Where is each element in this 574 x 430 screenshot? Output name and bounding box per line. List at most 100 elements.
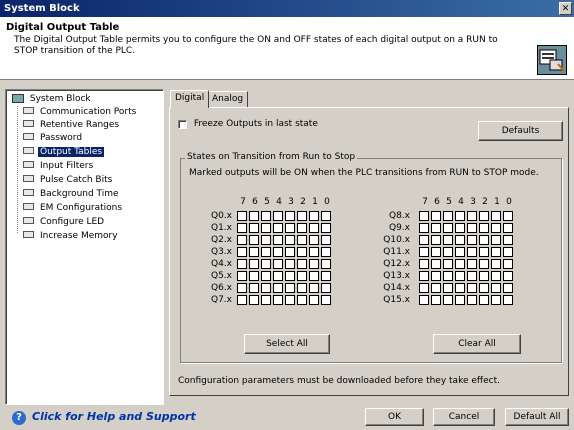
- output-bit-checkbox[interactable]: [237, 295, 247, 305]
- output-bit-checkbox[interactable]: [261, 283, 271, 293]
- tree-item-retentive-ranges[interactable]: Retentive Ranges: [23, 120, 121, 131]
- output-bit-checkbox[interactable]: [503, 211, 513, 221]
- output-bit-checkbox[interactable]: [443, 223, 453, 233]
- output-bit-checkbox[interactable]: [491, 271, 501, 281]
- output-bit-checkbox[interactable]: [431, 295, 441, 305]
- tree-item-configure-led[interactable]: Configure LED: [23, 217, 106, 228]
- freeze-outputs-checkbox[interactable]: [178, 119, 187, 129]
- output-bit-checkbox[interactable]: [503, 271, 513, 281]
- clear-all-button[interactable]: Clear All: [433, 334, 521, 354]
- output-bit-checkbox[interactable]: [297, 295, 307, 305]
- output-bit-checkbox[interactable]: [309, 235, 319, 245]
- output-bit-checkbox[interactable]: [321, 283, 331, 293]
- output-bit-checkbox[interactable]: [443, 247, 453, 257]
- output-bit-checkbox[interactable]: [273, 235, 283, 245]
- output-bit-checkbox[interactable]: [273, 295, 283, 305]
- output-bit-checkbox[interactable]: [321, 223, 331, 233]
- output-bit-checkbox[interactable]: [297, 259, 307, 269]
- output-bit-checkbox[interactable]: [285, 283, 295, 293]
- output-bit-checkbox[interactable]: [321, 235, 331, 245]
- output-bit-checkbox[interactable]: [261, 259, 271, 269]
- output-bit-checkbox[interactable]: [261, 247, 271, 257]
- output-bit-checkbox[interactable]: [467, 271, 477, 281]
- output-bit-checkbox[interactable]: [237, 247, 247, 257]
- output-bit-checkbox[interactable]: [309, 211, 319, 221]
- defaults-button[interactable]: Defaults: [478, 121, 563, 141]
- output-bit-checkbox[interactable]: [419, 223, 429, 233]
- output-bit-checkbox[interactable]: [419, 211, 429, 221]
- output-bit-checkbox[interactable]: [285, 235, 295, 245]
- output-bit-checkbox[interactable]: [261, 211, 271, 221]
- output-bit-checkbox[interactable]: [491, 259, 501, 269]
- output-bit-checkbox[interactable]: [285, 295, 295, 305]
- output-bit-checkbox[interactable]: [479, 295, 489, 305]
- output-bit-checkbox[interactable]: [455, 283, 465, 293]
- output-bit-checkbox[interactable]: [321, 295, 331, 305]
- output-bit-checkbox[interactable]: [455, 271, 465, 281]
- output-bit-checkbox[interactable]: [455, 247, 465, 257]
- output-bit-checkbox[interactable]: [249, 247, 259, 257]
- output-bit-checkbox[interactable]: [419, 271, 429, 281]
- output-bit-checkbox[interactable]: [309, 283, 319, 293]
- output-bit-checkbox[interactable]: [431, 259, 441, 269]
- output-bit-checkbox[interactable]: [467, 235, 477, 245]
- output-bit-checkbox[interactable]: [467, 211, 477, 221]
- output-bit-checkbox[interactable]: [309, 295, 319, 305]
- output-bit-checkbox[interactable]: [491, 223, 501, 233]
- output-bit-checkbox[interactable]: [491, 247, 501, 257]
- output-bit-checkbox[interactable]: [237, 235, 247, 245]
- output-bit-checkbox[interactable]: [419, 235, 429, 245]
- freeze-outputs-option[interactable]: Freeze Outputs in last state: [178, 119, 318, 130]
- output-bit-checkbox[interactable]: [249, 211, 259, 221]
- output-bit-checkbox[interactable]: [249, 283, 259, 293]
- output-bit-checkbox[interactable]: [321, 271, 331, 281]
- output-bit-checkbox[interactable]: [297, 223, 307, 233]
- tree-item-pulse-catch-bits[interactable]: Pulse Catch Bits: [23, 175, 114, 186]
- tree-item-output-tables[interactable]: Output Tables: [23, 147, 105, 158]
- output-bit-checkbox[interactable]: [491, 235, 501, 245]
- output-bit-checkbox[interactable]: [285, 247, 295, 257]
- output-bit-checkbox[interactable]: [249, 271, 259, 281]
- output-bit-checkbox[interactable]: [443, 271, 453, 281]
- output-bit-checkbox[interactable]: [467, 295, 477, 305]
- output-bit-checkbox[interactable]: [419, 283, 429, 293]
- output-bit-checkbox[interactable]: [503, 223, 513, 233]
- tree-item-background-time[interactable]: Background Time: [23, 189, 121, 200]
- output-bit-checkbox[interactable]: [285, 259, 295, 269]
- output-bit-checkbox[interactable]: [285, 271, 295, 281]
- output-bit-checkbox[interactable]: [431, 271, 441, 281]
- output-bit-checkbox[interactable]: [455, 211, 465, 221]
- tab-digital[interactable]: Digital: [170, 90, 210, 108]
- tree-root[interactable]: System Block: [12, 94, 91, 104]
- output-bit-checkbox[interactable]: [443, 283, 453, 293]
- output-bit-checkbox[interactable]: [455, 295, 465, 305]
- output-bit-checkbox[interactable]: [503, 259, 513, 269]
- output-bit-checkbox[interactable]: [321, 247, 331, 257]
- output-bit-checkbox[interactable]: [285, 223, 295, 233]
- tree-item-em-configurations[interactable]: EM Configurations: [23, 203, 124, 214]
- output-bit-checkbox[interactable]: [479, 259, 489, 269]
- output-bit-checkbox[interactable]: [297, 247, 307, 257]
- tab-analog[interactable]: Analog: [207, 91, 249, 107]
- output-bit-checkbox[interactable]: [237, 259, 247, 269]
- output-bit-checkbox[interactable]: [503, 247, 513, 257]
- output-bit-checkbox[interactable]: [285, 211, 295, 221]
- output-bit-checkbox[interactable]: [297, 283, 307, 293]
- output-bit-checkbox[interactable]: [321, 211, 331, 221]
- output-bit-checkbox[interactable]: [479, 235, 489, 245]
- output-bit-checkbox[interactable]: [249, 223, 259, 233]
- output-bit-checkbox[interactable]: [419, 247, 429, 257]
- output-bit-checkbox[interactable]: [479, 223, 489, 233]
- output-bit-checkbox[interactable]: [273, 211, 283, 221]
- output-bit-checkbox[interactable]: [321, 259, 331, 269]
- output-bit-checkbox[interactable]: [443, 295, 453, 305]
- output-bit-checkbox[interactable]: [249, 259, 259, 269]
- output-bit-checkbox[interactable]: [503, 235, 513, 245]
- output-bit-checkbox[interactable]: [479, 283, 489, 293]
- output-bit-checkbox[interactable]: [431, 283, 441, 293]
- output-bit-checkbox[interactable]: [273, 223, 283, 233]
- default-all-button[interactable]: Default All: [505, 408, 569, 426]
- output-bit-checkbox[interactable]: [455, 223, 465, 233]
- output-bit-checkbox[interactable]: [479, 211, 489, 221]
- output-bit-checkbox[interactable]: [297, 271, 307, 281]
